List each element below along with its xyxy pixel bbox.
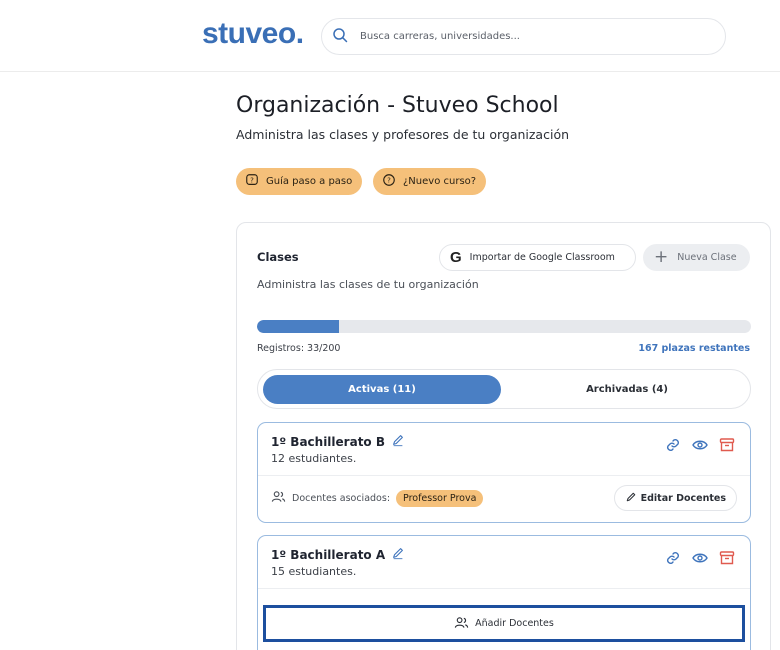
add-teachers-label: Añadir Docentes <box>475 618 554 629</box>
google-icon: G <box>450 249 462 266</box>
svg-text:?: ? <box>250 177 254 185</box>
link-icon[interactable] <box>665 550 681 566</box>
eye-icon[interactable] <box>692 550 708 566</box>
new-course-button[interactable]: ? ¿Nuevo curso? <box>373 168 487 195</box>
edit-name-pencil-icon[interactable] <box>385 433 405 450</box>
top-bar: stuveo. <box>0 0 780 72</box>
edit-teachers-button[interactable]: Editar Docentes <box>613 485 737 511</box>
class-name-row: 1º Bachillerato A <box>271 546 405 563</box>
student-count: 12 estudiantes. <box>271 452 357 465</box>
edit-teachers-label: Editar Docentes <box>640 492 726 504</box>
users-icon <box>454 615 475 633</box>
pencil-icon <box>625 491 641 506</box>
stuveo-logo[interactable]: stuveo. <box>202 17 304 51</box>
link-icon[interactable] <box>665 437 681 453</box>
class-name: 1º Bachillerato A <box>271 547 386 562</box>
registrations-text: Registros: 33/200 <box>257 343 341 354</box>
new-course-label: ¿Nuevo curso? <box>403 176 477 187</box>
class-tabs: Activas (11) Archivadas (4) <box>257 369 751 409</box>
plus-icon: + <box>654 247 669 267</box>
class-actions <box>665 550 735 566</box>
users-icon <box>271 489 292 507</box>
svg-text:?: ? <box>387 177 391 185</box>
teachers-label: Docentes asociados: <box>292 492 391 504</box>
teacher-badge: Professor Prova <box>396 489 484 507</box>
class-card: 1º Bachillerato A 15 estudiantes. Añadir… <box>257 535 751 650</box>
import-label: Importar de Google Classroom <box>469 252 615 263</box>
class-name-row: 1º Bachillerato B <box>271 433 405 450</box>
guide-label: Guía paso a paso <box>266 176 353 187</box>
edit-name-pencil-icon[interactable] <box>385 546 405 563</box>
classes-card: Clases G Importar de Google Classroom + … <box>236 222 771 650</box>
help-icon: ? <box>245 173 266 190</box>
card-title: Clases <box>257 250 299 264</box>
progress-fill <box>257 320 339 333</box>
tab-active-classes[interactable]: Activas (11) <box>263 375 501 404</box>
divider <box>258 475 750 476</box>
question-circle-icon: ? <box>382 173 403 190</box>
student-count: 15 estudiantes. <box>271 565 357 578</box>
class-card: 1º Bachillerato B 12 estudiantes. Docent… <box>257 422 751 523</box>
new-class-label: Nueva Clase <box>677 252 737 263</box>
search-icon <box>332 27 348 47</box>
search-input[interactable] <box>360 31 680 42</box>
import-google-classroom-button[interactable]: G Importar de Google Classroom <box>439 244 636 271</box>
add-teachers-button[interactable]: Añadir Docentes <box>263 605 745 642</box>
page-subtitle: Administra las clases y profesores de tu… <box>236 127 570 142</box>
archive-icon[interactable] <box>719 437 735 453</box>
archive-icon[interactable] <box>719 550 735 566</box>
registrations-progress-bar <box>257 320 751 333</box>
card-description: Administra las clases de tu organización <box>257 278 479 291</box>
remaining-seats: 167 plazas restantes <box>638 343 750 354</box>
page-title: Organización - Stuveo School <box>236 93 559 118</box>
class-name: 1º Bachillerato B <box>271 434 385 449</box>
divider <box>258 588 750 589</box>
associated-teachers: Docentes asociados: Professor Prova <box>271 489 484 507</box>
tab-archived-classes[interactable]: Archivadas (4) <box>508 375 746 404</box>
new-class-button[interactable]: + Nueva Clase <box>643 244 750 271</box>
guide-button[interactable]: ? Guía paso a paso <box>236 168 363 195</box>
eye-icon[interactable] <box>692 437 708 453</box>
class-actions <box>665 437 735 453</box>
search-box[interactable] <box>321 18 726 55</box>
